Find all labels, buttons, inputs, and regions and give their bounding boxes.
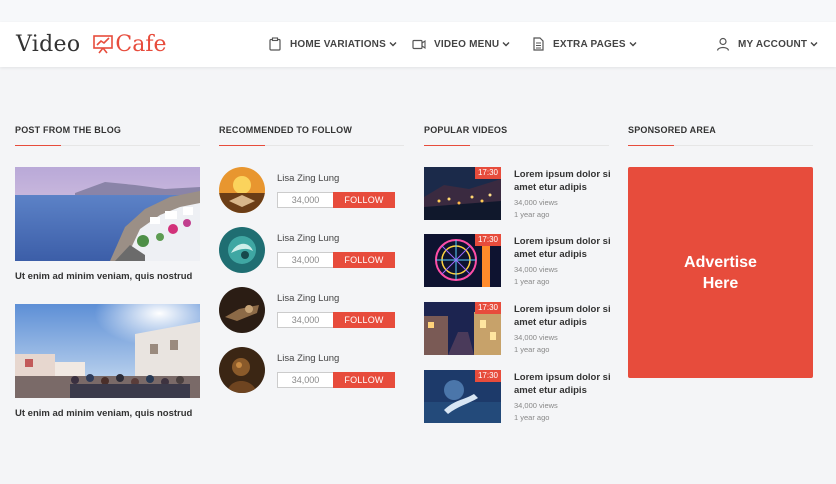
blog-post-caption[interactable]: Ut enim ad minim veniam, quis nostrud (15, 271, 200, 282)
follower-count: 34,000 (277, 252, 333, 268)
video-age: 1 year ago (514, 210, 550, 219)
nav-video-menu[interactable]: VIDEO MENU (412, 35, 510, 53)
video-title-line: Lorem ipsum dolor si (514, 236, 611, 247)
video-title-line: Lorem ipsum dolor si (514, 169, 611, 180)
document-icon (531, 37, 545, 51)
section-title: POPULAR VIDEOS (424, 125, 508, 135)
follower-count: 34,000 (277, 192, 333, 208)
user-icon (716, 37, 730, 51)
video-duration: 17:30 (474, 302, 501, 314)
video-age: 1 year ago (514, 345, 550, 354)
presentation-board-icon (92, 33, 114, 55)
video-title[interactable]: Lorem ipsum dolor si amet etur adipis (514, 371, 614, 397)
follower-count: 34,000 (277, 372, 333, 388)
video-title-line: amet etur adipis (514, 385, 587, 396)
video-duration: 17:30 (474, 234, 501, 246)
section-title: SPONSORED AREA (628, 125, 716, 135)
chevron-down-icon (629, 40, 637, 48)
video-thumbnail[interactable]: 17:30 (424, 167, 501, 220)
nav-home-variations[interactable]: HOME VARIATIONS (268, 35, 397, 53)
clipboard-icon (268, 37, 282, 51)
video-views: 34,000 views (514, 265, 558, 274)
advertisement-banner[interactable]: Advertise Here (628, 167, 813, 378)
video-title-line: Lorem ipsum dolor si (514, 372, 611, 383)
nav-label: MY ACCOUNT (738, 38, 808, 50)
video-views: 34,000 views (514, 401, 558, 410)
video-thumbnail[interactable]: 17:30 (424, 234, 501, 287)
nav-label: EXTRA PAGES (553, 38, 626, 50)
video-title[interactable]: Lorem ipsum dolor si amet etur adipis (514, 235, 614, 261)
follow-button[interactable]: FOLLOW (333, 192, 395, 208)
ad-line: Here (702, 274, 739, 292)
blog-post-image[interactable] (15, 167, 200, 261)
nav-label: HOME VARIATIONS (290, 38, 386, 50)
section-divider (15, 145, 200, 146)
blog-post-caption[interactable]: Ut enim ad minim veniam, quis nostrud (15, 408, 200, 419)
video-age: 1 year ago (514, 277, 550, 286)
section-divider (628, 145, 813, 146)
follow-user-name[interactable]: Lisa Zing Lung (277, 353, 339, 364)
video-title-line: amet etur adipis (514, 182, 587, 193)
ad-line: Advertise (684, 253, 757, 271)
blog-section-header: POST FROM THE BLOG (15, 125, 200, 146)
video-title-line: amet etur adipis (514, 317, 587, 328)
logo-text-cafe: Cafe (115, 31, 167, 57)
site-logo[interactable]: Video Cafe (16, 30, 167, 58)
advertisement-text: Advertise Here (666, 252, 776, 294)
sponsored-section-header: SPONSORED AREA (628, 125, 813, 146)
nav-extra-pages[interactable]: EXTRA PAGES (531, 35, 637, 53)
video-camera-icon (412, 37, 426, 51)
video-duration: 17:30 (474, 370, 501, 382)
recommended-section-header: RECOMMENDED TO FOLLOW (219, 125, 404, 146)
avatar[interactable] (219, 167, 265, 213)
logo-text-video: Video (16, 31, 81, 57)
video-thumbnail[interactable]: 17:30 (424, 302, 501, 355)
site-header: Video Cafe HOME VARIATIONS VIDEO MENU EX… (0, 22, 836, 67)
avatar[interactable] (219, 227, 265, 273)
section-divider (219, 145, 404, 146)
top-strip (0, 0, 836, 22)
video-views: 34,000 views (514, 198, 558, 207)
avatar[interactable] (219, 287, 265, 333)
video-age: 1 year ago (514, 413, 550, 422)
follow-user-name[interactable]: Lisa Zing Lung (277, 293, 339, 304)
chevron-down-icon (502, 40, 510, 48)
video-views: 34,000 views (514, 333, 558, 342)
nav-label: VIDEO MENU (434, 38, 500, 50)
popular-section-header: POPULAR VIDEOS (424, 125, 609, 146)
section-divider (424, 145, 609, 146)
video-title-line: Lorem ipsum dolor si (514, 304, 611, 315)
follow-user-name[interactable]: Lisa Zing Lung (277, 173, 339, 184)
blog-post-image[interactable] (15, 304, 200, 398)
avatar[interactable] (219, 347, 265, 393)
chevron-down-icon (389, 40, 397, 48)
video-duration: 17:30 (474, 167, 501, 179)
follow-button[interactable]: FOLLOW (333, 372, 395, 388)
video-title-line: amet etur adipis (514, 249, 587, 260)
nav-my-account[interactable]: MY ACCOUNT (716, 35, 818, 53)
section-title: RECOMMENDED TO FOLLOW (219, 125, 353, 135)
video-title[interactable]: Lorem ipsum dolor si amet etur adipis (514, 303, 614, 329)
section-title: POST FROM THE BLOG (15, 125, 122, 135)
follow-button[interactable]: FOLLOW (333, 312, 395, 328)
video-title[interactable]: Lorem ipsum dolor si amet etur adipis (514, 168, 614, 194)
follower-count: 34,000 (277, 312, 333, 328)
chevron-down-icon (810, 40, 818, 48)
follow-user-name[interactable]: Lisa Zing Lung (277, 233, 339, 244)
video-thumbnail[interactable]: 17:30 (424, 370, 501, 423)
follow-button[interactable]: FOLLOW (333, 252, 395, 268)
